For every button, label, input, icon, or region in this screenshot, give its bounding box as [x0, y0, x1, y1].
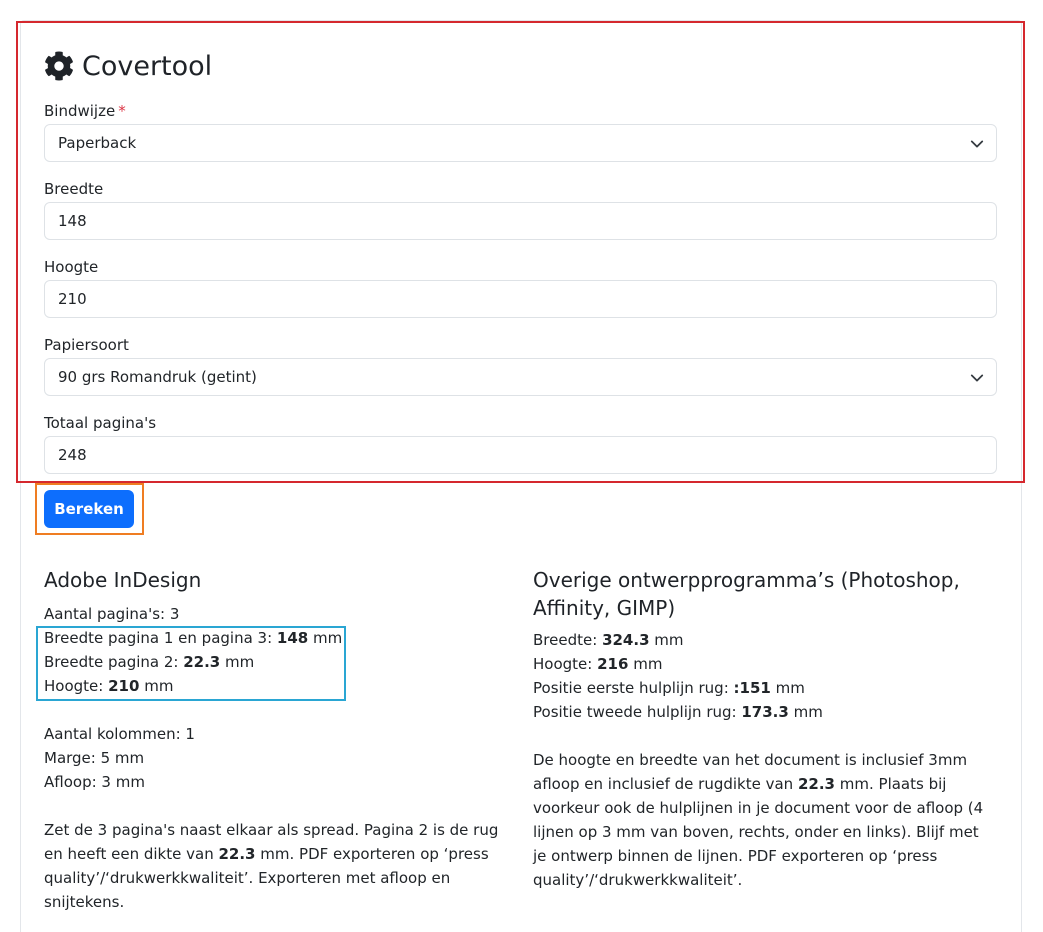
other-g1-value: :151	[733, 679, 771, 697]
indesign-note-value: 22.3	[218, 845, 256, 863]
other-heading: Overige ontwerpprogramma’s (Photoshop, A…	[533, 568, 960, 620]
other-g2-label: Positie tweede hulplijn rug:	[533, 703, 737, 721]
indesign-margin: Marge: 5 mm	[44, 749, 145, 767]
other-width: Breedte: 324.3 mm	[533, 628, 684, 652]
other-h-value: 216	[597, 655, 629, 673]
other-h-label: Hoogte:	[533, 655, 593, 673]
form-highlight-box	[16, 21, 1025, 483]
other-g1-label: Positie eerste hulplijn rug:	[533, 679, 729, 697]
indesign-note: Zet de 3 pagina's naast elkaar als sprea…	[44, 818, 512, 914]
other-guide-1: Positie eerste hulplijn rug: :151 mm	[533, 676, 805, 700]
other-note-value: 22.3	[797, 775, 835, 793]
indesign-pages: Aantal pagina's: 3	[44, 605, 180, 623]
other-guide-2: Positie tweede hulplijn rug: 173.3 mm	[533, 700, 823, 724]
other-g1-unit: mm	[775, 679, 805, 697]
other-note: De hoogte en breedte van het document is…	[533, 748, 995, 892]
indesign-columns: Aantal kolommen: 1	[44, 725, 195, 743]
button-highlight-box	[35, 483, 144, 535]
other-g2-unit: mm	[793, 703, 823, 721]
other-g2-value: 173.3	[741, 703, 789, 721]
other-w-value: 324.3	[602, 631, 650, 649]
indesign-heading: Adobe InDesign	[44, 568, 202, 592]
other-w-label: Breedte:	[533, 631, 598, 649]
indesign-bleed: Afloop: 3 mm	[44, 773, 145, 791]
other-h-unit: mm	[633, 655, 663, 673]
dimensions-highlight-box	[36, 626, 346, 701]
other-w-unit: mm	[654, 631, 684, 649]
other-height: Hoogte: 216 mm	[533, 652, 662, 676]
